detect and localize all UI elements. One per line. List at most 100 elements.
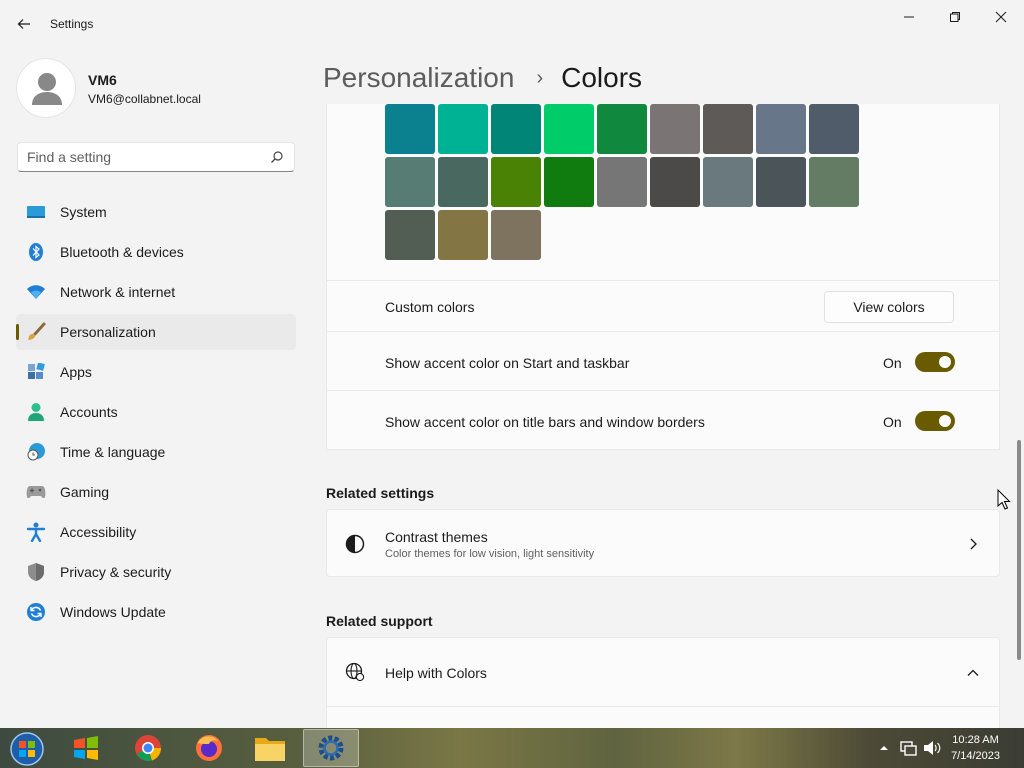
accent-color-swatch[interactable] — [756, 104, 806, 154]
accent-color-swatch[interactable] — [491, 104, 541, 154]
taskbar-settings[interactable] — [303, 729, 359, 767]
custom-colors-row: Custom colors View colors — [326, 280, 1000, 332]
accent-start-taskbar-state: On — [883, 355, 902, 371]
sidebar-item-personalization[interactable]: Personalization — [16, 314, 296, 350]
sidebar-item-network[interactable]: Network & internet — [16, 274, 296, 310]
accent-titlebars-row: Show accent color on title bars and wind… — [326, 390, 1000, 450]
user-email: VM6@collabnet.local — [88, 92, 201, 106]
close-icon — [995, 11, 1007, 23]
back-button[interactable] — [10, 10, 38, 38]
accent-color-swatch[interactable] — [491, 210, 541, 260]
volume-tray-button[interactable] — [922, 731, 942, 765]
user-profile[interactable]: VM6 VM6@collabnet.local — [16, 58, 296, 118]
firefox-icon — [196, 735, 222, 761]
person-icon — [26, 402, 46, 422]
accent-color-swatch[interactable] — [491, 157, 541, 207]
user-name: VM6 — [88, 72, 117, 88]
breadcrumb-parent[interactable]: Personalization — [323, 62, 514, 94]
sidebar-nav: System Bluetooth & devices Network & int… — [16, 194, 296, 634]
clock-time: 10:28 AM — [952, 734, 999, 746]
search-input[interactable] — [18, 143, 258, 171]
accessibility-icon — [26, 522, 46, 542]
custom-colors-label: Custom colors — [385, 299, 475, 315]
accent-start-taskbar-toggle[interactable] — [915, 352, 955, 372]
view-colors-button[interactable]: View colors — [824, 291, 954, 323]
sidebar-item-windows-update[interactable]: Windows Update — [16, 594, 296, 630]
taskbar-clock[interactable]: 10:28 AM 7/14/2023 — [951, 732, 1000, 764]
sidebar-item-gaming[interactable]: Gaming — [16, 474, 296, 510]
main-content: Custom colors View colors Show accent co… — [326, 104, 1000, 728]
sidebar-item-apps[interactable]: Apps — [16, 354, 296, 390]
show-hidden-icons-button[interactable] — [876, 731, 892, 765]
monitor-icon — [26, 202, 46, 222]
file-explorer-icon — [255, 738, 285, 761]
start-button[interactable] — [8, 730, 46, 768]
sidebar-item-accounts[interactable]: Accounts — [16, 394, 296, 430]
accent-color-swatch[interactable] — [809, 104, 859, 154]
sidebar-item-time-language[interactable]: Time & language — [16, 434, 296, 470]
accent-color-swatch[interactable] — [650, 157, 700, 207]
person-icon — [32, 73, 62, 105]
chevron-up-icon — [880, 746, 888, 750]
network-tray-button[interactable] — [898, 731, 918, 765]
accent-color-swatch[interactable] — [385, 104, 435, 154]
mouse-cursor-icon — [997, 489, 1011, 510]
accent-start-taskbar-label: Show accent color on Start and taskbar — [385, 355, 630, 371]
brush-icon — [26, 322, 46, 342]
accent-color-swatch[interactable] — [703, 104, 753, 154]
shield-icon — [26, 562, 46, 582]
contrast-themes-title: Contrast themes — [385, 529, 488, 545]
globe-help-icon — [345, 662, 365, 682]
accent-color-swatch[interactable] — [756, 157, 806, 207]
sidebar-item-bluetooth[interactable]: Bluetooth & devices — [16, 234, 296, 270]
title-bar: Settings — [0, 0, 1024, 40]
accent-color-swatch[interactable] — [438, 157, 488, 207]
sidebar-item-system[interactable]: System — [16, 194, 296, 230]
avatar — [16, 58, 76, 118]
search-icon — [271, 151, 283, 163]
accent-color-swatch[interactable] — [385, 210, 435, 260]
accent-color-swatch[interactable] — [438, 210, 488, 260]
restore-button[interactable] — [932, 2, 978, 32]
sidebar-item-accessibility[interactable]: Accessibility — [16, 514, 296, 550]
accent-color-swatch[interactable] — [385, 157, 435, 207]
vertical-scrollbar[interactable] — [1017, 440, 1021, 660]
page-title: Colors — [561, 62, 643, 93]
taskbar-firefox[interactable] — [192, 731, 226, 765]
windows-logo-icon — [74, 736, 98, 760]
back-arrow-icon — [17, 19, 30, 29]
contrast-icon — [345, 534, 365, 554]
chevron-up-icon — [967, 669, 979, 676]
apps-icon — [26, 362, 46, 382]
wifi-icon — [26, 282, 46, 302]
settings-icon — [318, 735, 344, 761]
accent-color-swatch[interactable] — [597, 104, 647, 154]
sidebar-item-privacy[interactable]: Privacy & security — [16, 554, 296, 590]
help-with-colors-expander[interactable]: Help with Colors — [326, 637, 1000, 707]
taskbar-windows-app[interactable] — [69, 731, 103, 765]
contrast-themes-link[interactable]: Contrast themes Color themes for low vis… — [326, 509, 1000, 577]
accent-color-swatch[interactable] — [544, 104, 594, 154]
related-support-heading: Related support — [326, 613, 433, 629]
taskbar-chrome[interactable] — [131, 731, 165, 765]
search-box[interactable] — [17, 142, 295, 172]
accent-color-swatch[interactable] — [650, 104, 700, 154]
volume-icon — [924, 741, 941, 755]
accent-color-swatch[interactable] — [809, 157, 859, 207]
accent-titlebars-state: On — [883, 414, 902, 430]
gamepad-icon — [26, 482, 46, 502]
accent-color-swatch[interactable] — [438, 104, 488, 154]
accent-titlebars-toggle[interactable] — [915, 411, 955, 431]
minimize-icon — [904, 16, 914, 18]
chrome-icon — [135, 735, 162, 761]
app-title: Settings — [50, 17, 94, 31]
accent-color-swatch[interactable] — [597, 157, 647, 207]
taskbar-file-explorer[interactable] — [253, 731, 287, 765]
minimize-button[interactable] — [886, 2, 932, 32]
taskbar: 10:28 AM 7/14/2023 — [0, 728, 1024, 768]
clock-date: 7/14/2023 — [951, 750, 1000, 762]
close-button[interactable] — [978, 2, 1024, 32]
accent-color-swatch[interactable] — [703, 157, 753, 207]
accent-color-swatch[interactable] — [544, 157, 594, 207]
accent-colors-card — [326, 104, 1000, 281]
